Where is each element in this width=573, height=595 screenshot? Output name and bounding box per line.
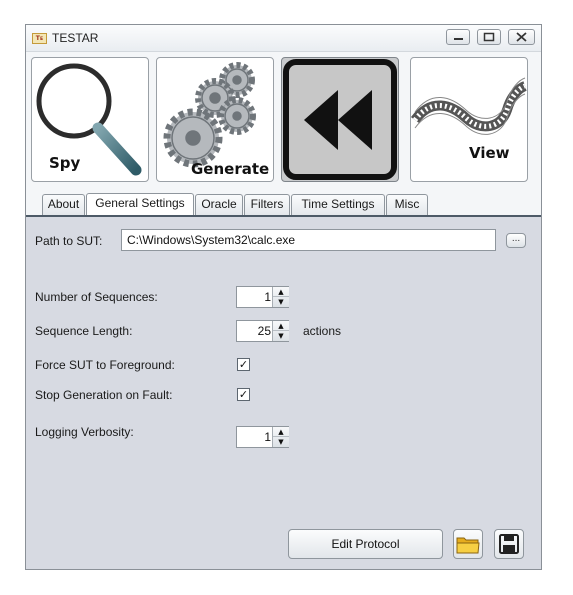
force-foreground-checkbox[interactable]: ✓: [237, 358, 250, 371]
maximize-icon: [483, 32, 495, 42]
logging-verbosity-arrows: ▲ ▼: [272, 427, 289, 447]
path-label: Path to SUT:: [35, 234, 103, 248]
path-to-sut-input[interactable]: C:\Windows\System32\calc.exe: [121, 229, 496, 251]
sequence-length-value[interactable]: 25: [237, 321, 271, 341]
generate-button[interactable]: Generate: [156, 57, 274, 182]
open-settings-button[interactable]: [453, 529, 483, 559]
spinner-down-icon[interactable]: ▼: [273, 437, 289, 447]
sequence-length-label: Sequence Length:: [35, 324, 133, 338]
num-sequences-arrows: ▲ ▼: [272, 287, 289, 307]
num-sequences-spinner[interactable]: 1 ▲ ▼: [236, 286, 289, 308]
view-button[interactable]: View: [410, 57, 528, 182]
spinner-down-icon[interactable]: ▼: [273, 331, 289, 341]
replay-button[interactable]: [281, 57, 399, 182]
generate-label: Generate: [191, 160, 270, 178]
minimize-icon: [454, 38, 463, 40]
spy-button[interactable]: Spy: [31, 57, 149, 182]
close-button[interactable]: [508, 29, 535, 45]
tab-oracle[interactable]: Oracle: [195, 194, 243, 215]
force-foreground-label: Force SUT to Foreground:: [35, 358, 175, 372]
minimize-button[interactable]: [446, 29, 470, 45]
spinner-up-icon[interactable]: ▲: [273, 427, 289, 437]
view-label: View: [469, 144, 510, 162]
edit-protocol-button[interactable]: Edit Protocol: [288, 529, 443, 559]
browse-button[interactable]: ...: [506, 233, 526, 248]
title-bar[interactable]: Tᴇ TESTAR: [26, 25, 541, 52]
spinner-down-icon[interactable]: ▼: [273, 297, 289, 307]
tab-general-settings[interactable]: General Settings: [86, 193, 194, 216]
folder-icon: [456, 537, 480, 554]
tab-filters[interactable]: Filters: [244, 194, 290, 215]
sequence-length-arrows: ▲ ▼: [272, 321, 289, 341]
tab-about[interactable]: About: [42, 194, 85, 215]
save-settings-button[interactable]: [494, 529, 524, 559]
tab-misc[interactable]: Misc: [386, 194, 428, 215]
window-title: TESTAR: [52, 31, 99, 45]
main-window: Tᴇ TESTAR Spy Generate View About Genera…: [25, 24, 542, 570]
stop-on-fault-label: Stop Generation on Fault:: [35, 388, 173, 402]
film-reel-icon: [411, 77, 527, 135]
app-icon: Tᴇ: [32, 33, 47, 44]
logging-verbosity-value[interactable]: 1: [237, 427, 271, 447]
num-sequences-value[interactable]: 1: [237, 287, 271, 307]
general-settings-panel: Path to SUT: C:\Windows\System32\calc.ex…: [26, 217, 541, 569]
sequence-length-spinner[interactable]: 25 ▲ ▼: [236, 320, 289, 342]
maximize-button[interactable]: [477, 29, 501, 45]
logging-verbosity-spinner[interactable]: 1 ▲ ▼: [236, 426, 289, 448]
save-icon: [499, 534, 519, 554]
spinner-up-icon[interactable]: ▲: [273, 287, 289, 297]
num-sequences-label: Number of Sequences:: [35, 290, 158, 304]
spy-label: Spy: [49, 154, 81, 172]
actions-unit-label: actions: [303, 324, 342, 338]
tab-time-settings[interactable]: Time Settings: [291, 194, 385, 215]
close-icon: [516, 32, 527, 42]
logging-verbosity-label: Logging Verbosity:: [35, 425, 134, 439]
stop-on-fault-checkbox[interactable]: ✓: [237, 388, 250, 401]
rewind-icon: [283, 59, 397, 180]
spinner-up-icon[interactable]: ▲: [273, 321, 289, 331]
